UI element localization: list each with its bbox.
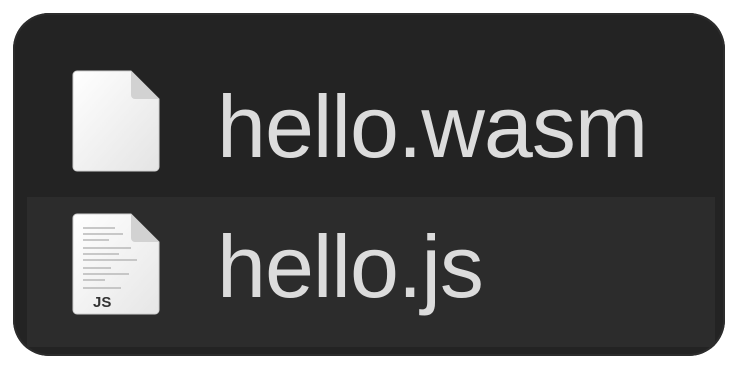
file-name-label: hello.js — [217, 217, 484, 316]
file-name-label: hello.wasm — [217, 77, 648, 176]
file-row-hello-wasm[interactable]: hello.wasm — [27, 13, 715, 193]
file-list-panel: hello.wasm JS hello.js — [13, 13, 725, 356]
file-row-hello-js[interactable]: JS hello.js — [27, 197, 715, 347]
blank-document-icon — [72, 70, 160, 172]
javascript-document-icon: JS — [72, 213, 160, 315]
js-badge: JS — [93, 294, 111, 311]
